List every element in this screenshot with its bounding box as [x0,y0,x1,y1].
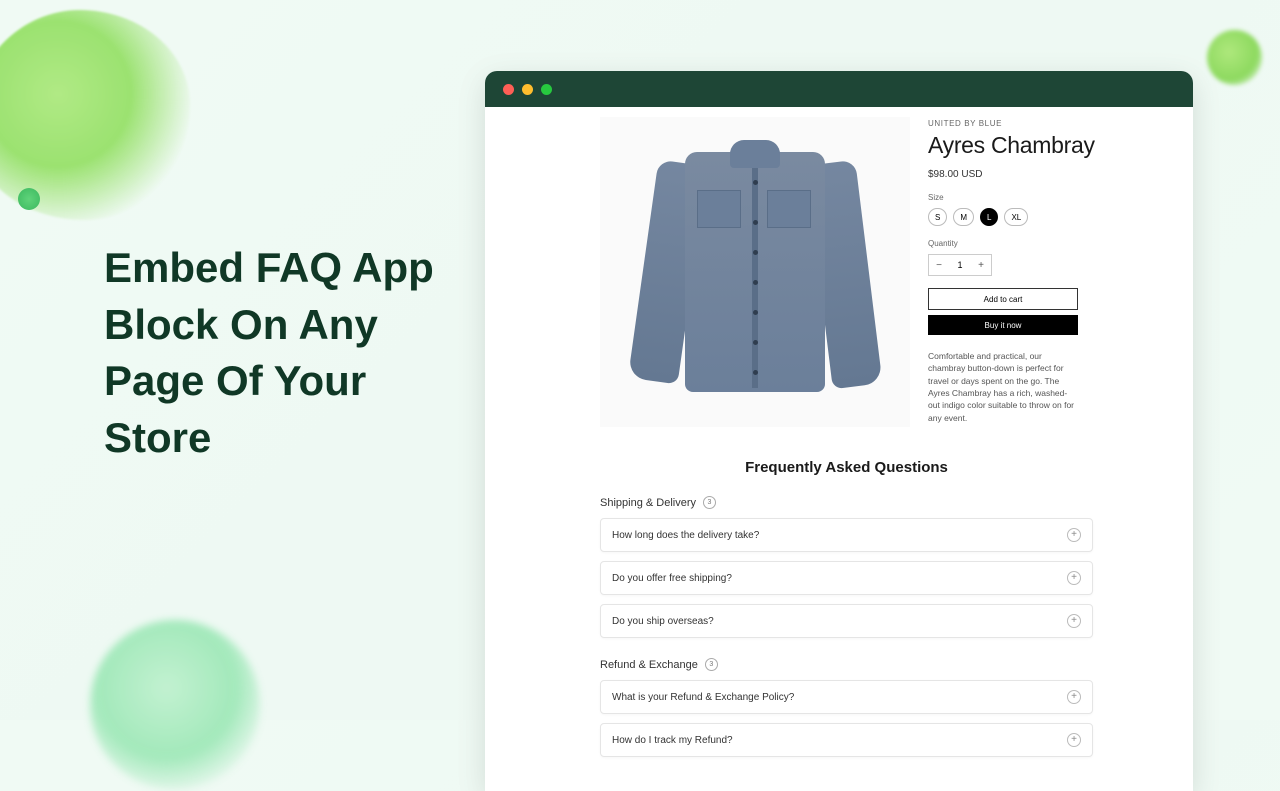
size-selector: S M L XL [928,208,1173,226]
quantity-value: 1 [949,260,971,270]
quantity-label: Quantity [928,239,1173,248]
product-title: Ayres Chambray [928,132,1173,159]
quantity-stepper: − 1 + [928,254,992,276]
faq-question: How long does the delivery take? [612,530,759,541]
faq-heading: Frequently Asked Questions [600,459,1093,476]
expand-icon: + [1067,690,1081,704]
faq-item[interactable]: What is your Refund & Exchange Policy? + [600,680,1093,714]
size-label: Size [928,193,1173,202]
product-brand: UNITED BY BLUE [928,119,1173,128]
expand-icon: + [1067,614,1081,628]
maximize-icon[interactable] [541,84,552,95]
faq-category-label: Refund & Exchange [600,659,698,671]
faq-question: How do I track my Refund? [612,735,733,746]
expand-icon: + [1067,528,1081,542]
faq-category-count: 3 [705,658,718,671]
size-option-m[interactable]: M [953,208,974,226]
faq-question: What is your Refund & Exchange Policy? [612,692,794,703]
close-icon[interactable] [503,84,514,95]
add-to-cart-button[interactable]: Add to cart [928,288,1078,310]
quantity-decrease-button[interactable]: − [929,260,949,271]
window-titlebar [485,71,1193,107]
browser-window: UNITED BY BLUE Ayres Chambray $98.00 USD… [485,71,1193,791]
expand-icon: + [1067,733,1081,747]
decorative-dot [18,188,40,210]
size-option-xl[interactable]: XL [1004,208,1028,226]
faq-category-label: Shipping & Delivery [600,497,696,509]
faq-category-shipping: Shipping & Delivery 3 [600,496,1093,509]
faq-item[interactable]: Do you ship overseas? + [600,604,1093,638]
decorative-blob [90,620,260,790]
expand-icon: + [1067,571,1081,585]
faq-question: Do you offer free shipping? [612,573,732,584]
faq-question: Do you ship overseas? [612,616,714,627]
page-content: UNITED BY BLUE Ayres Chambray $98.00 USD… [485,107,1193,777]
minimize-icon[interactable] [522,84,533,95]
buy-now-button[interactable]: Buy it now [928,315,1078,335]
faq-category-count: 3 [703,496,716,509]
faq-section: Frequently Asked Questions Shipping & De… [505,459,1173,757]
faq-item[interactable]: How do I track my Refund? + [600,723,1093,757]
faq-item[interactable]: Do you offer free shipping? + [600,561,1093,595]
product-description: Comfortable and practical, our chambray … [928,350,1078,424]
size-option-l[interactable]: L [980,208,998,226]
decorative-blob [1207,30,1262,85]
faq-item[interactable]: How long does the delivery take? + [600,518,1093,552]
size-option-s[interactable]: S [928,208,947,226]
marketing-headline: Embed FAQ App Block On Any Page Of Your … [104,240,464,467]
faq-category-refund: Refund & Exchange 3 [600,658,1093,671]
quantity-increase-button[interactable]: + [971,260,991,271]
product-image [600,117,910,427]
product-price: $98.00 USD [928,169,1173,180]
